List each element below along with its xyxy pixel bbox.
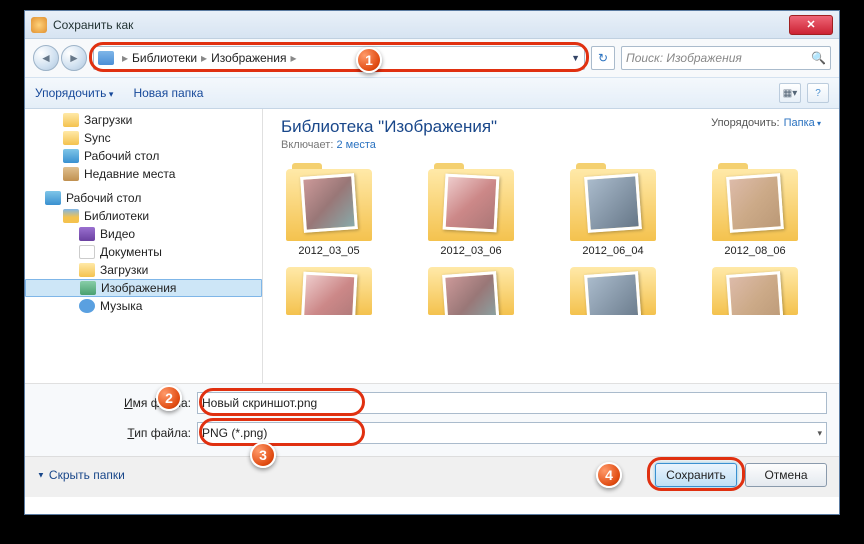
filename-input[interactable]: Новый скриншот.png [197, 392, 827, 414]
save-button[interactable]: Сохранить [655, 463, 737, 487]
callout-4: 4 [596, 462, 622, 488]
refresh-button[interactable]: ↻ [591, 46, 615, 70]
window-title: Сохранить как [53, 18, 789, 32]
callout-1: 1 [356, 47, 382, 73]
search-placeholder: Поиск: Изображения [626, 51, 742, 65]
organize-menu[interactable]: Упорядочить [35, 86, 113, 100]
folder-item[interactable]: 2012_06_04 [565, 169, 661, 257]
cancel-button[interactable]: Отмена [745, 463, 827, 487]
breadcrumb[interactable]: ▸ Библиотеки ▸ Изображения ▸ ▼ [93, 46, 585, 70]
breadcrumb-current[interactable]: Изображения [211, 51, 286, 65]
sidebar-desktop-root[interactable]: Рабочий стол [25, 189, 262, 207]
sidebar-lib-images[interactable]: Изображения [25, 279, 262, 297]
content-pane: Библиотека "Изображения" Включает: 2 мес… [263, 109, 839, 383]
callout-3: 3 [250, 442, 276, 468]
folder-item[interactable] [423, 267, 519, 319]
folder-item[interactable]: 2012_08_06 [707, 169, 803, 257]
library-title: Библиотека "Изображения" [281, 117, 497, 137]
sidebar-item-desktop[interactable]: Рабочий стол [25, 147, 262, 165]
sidebar-lib-documents[interactable]: Документы [25, 243, 262, 261]
nav-row: ◄ ► ▸ Библиотеки ▸ Изображения ▸ ▼ ↻ Пои… [25, 39, 839, 77]
folder-item[interactable] [707, 267, 803, 319]
sidebar-item-sync[interactable]: Sync [25, 129, 262, 147]
sidebar-lib-video[interactable]: Видео [25, 225, 262, 243]
save-as-dialog: Сохранить как ✕ ◄ ► ▸ Библиотеки ▸ Изобр… [24, 10, 840, 515]
search-icon: 🔍 [811, 51, 826, 65]
includes-link[interactable]: 2 места [336, 139, 375, 151]
sidebar-lib-downloads[interactable]: Загрузки [25, 261, 262, 279]
back-button[interactable]: ◄ [33, 45, 59, 71]
folder-item[interactable] [565, 267, 661, 319]
toolbar: Упорядочить Новая папка ▦▾ ? [25, 77, 839, 109]
folder-item[interactable]: 2012_03_05 [281, 169, 377, 257]
titlebar[interactable]: Сохранить как ✕ [25, 11, 839, 39]
hide-folders-link[interactable]: Скрыть папки [37, 468, 125, 482]
filetype-select[interactable]: PNG (*.png) [197, 422, 827, 444]
sidebar-item-recent[interactable]: Недавние места [25, 165, 262, 183]
forward-button[interactable]: ► [61, 45, 87, 71]
sidebar-libraries[interactable]: Библиотеки [25, 207, 262, 225]
folder-item[interactable] [281, 267, 377, 319]
library-includes: Включает: 2 места [281, 139, 497, 151]
sort-label: Упорядочить: [711, 117, 780, 129]
callout-2: 2 [156, 385, 182, 411]
help-button[interactable]: ? [807, 83, 829, 103]
search-input[interactable]: Поиск: Изображения 🔍 [621, 46, 831, 70]
sort-dropdown[interactable]: Папка [784, 117, 821, 129]
new-folder-button[interactable]: Новая папка [133, 86, 203, 100]
view-button[interactable]: ▦▾ [779, 83, 801, 103]
sidebar-lib-music[interactable]: Музыка [25, 297, 262, 315]
app-icon [31, 17, 47, 33]
breadcrumb-root[interactable]: Библиотеки [132, 51, 197, 65]
close-button[interactable]: ✕ [789, 15, 833, 35]
folder-item[interactable]: 2012_03_06 [423, 169, 519, 257]
filetype-label: Тип файла: [37, 426, 197, 440]
sidebar: Загрузки Sync Рабочий стол Недавние мест… [25, 109, 263, 383]
library-icon [98, 51, 114, 65]
sidebar-item-downloads[interactable]: Загрузки [25, 111, 262, 129]
